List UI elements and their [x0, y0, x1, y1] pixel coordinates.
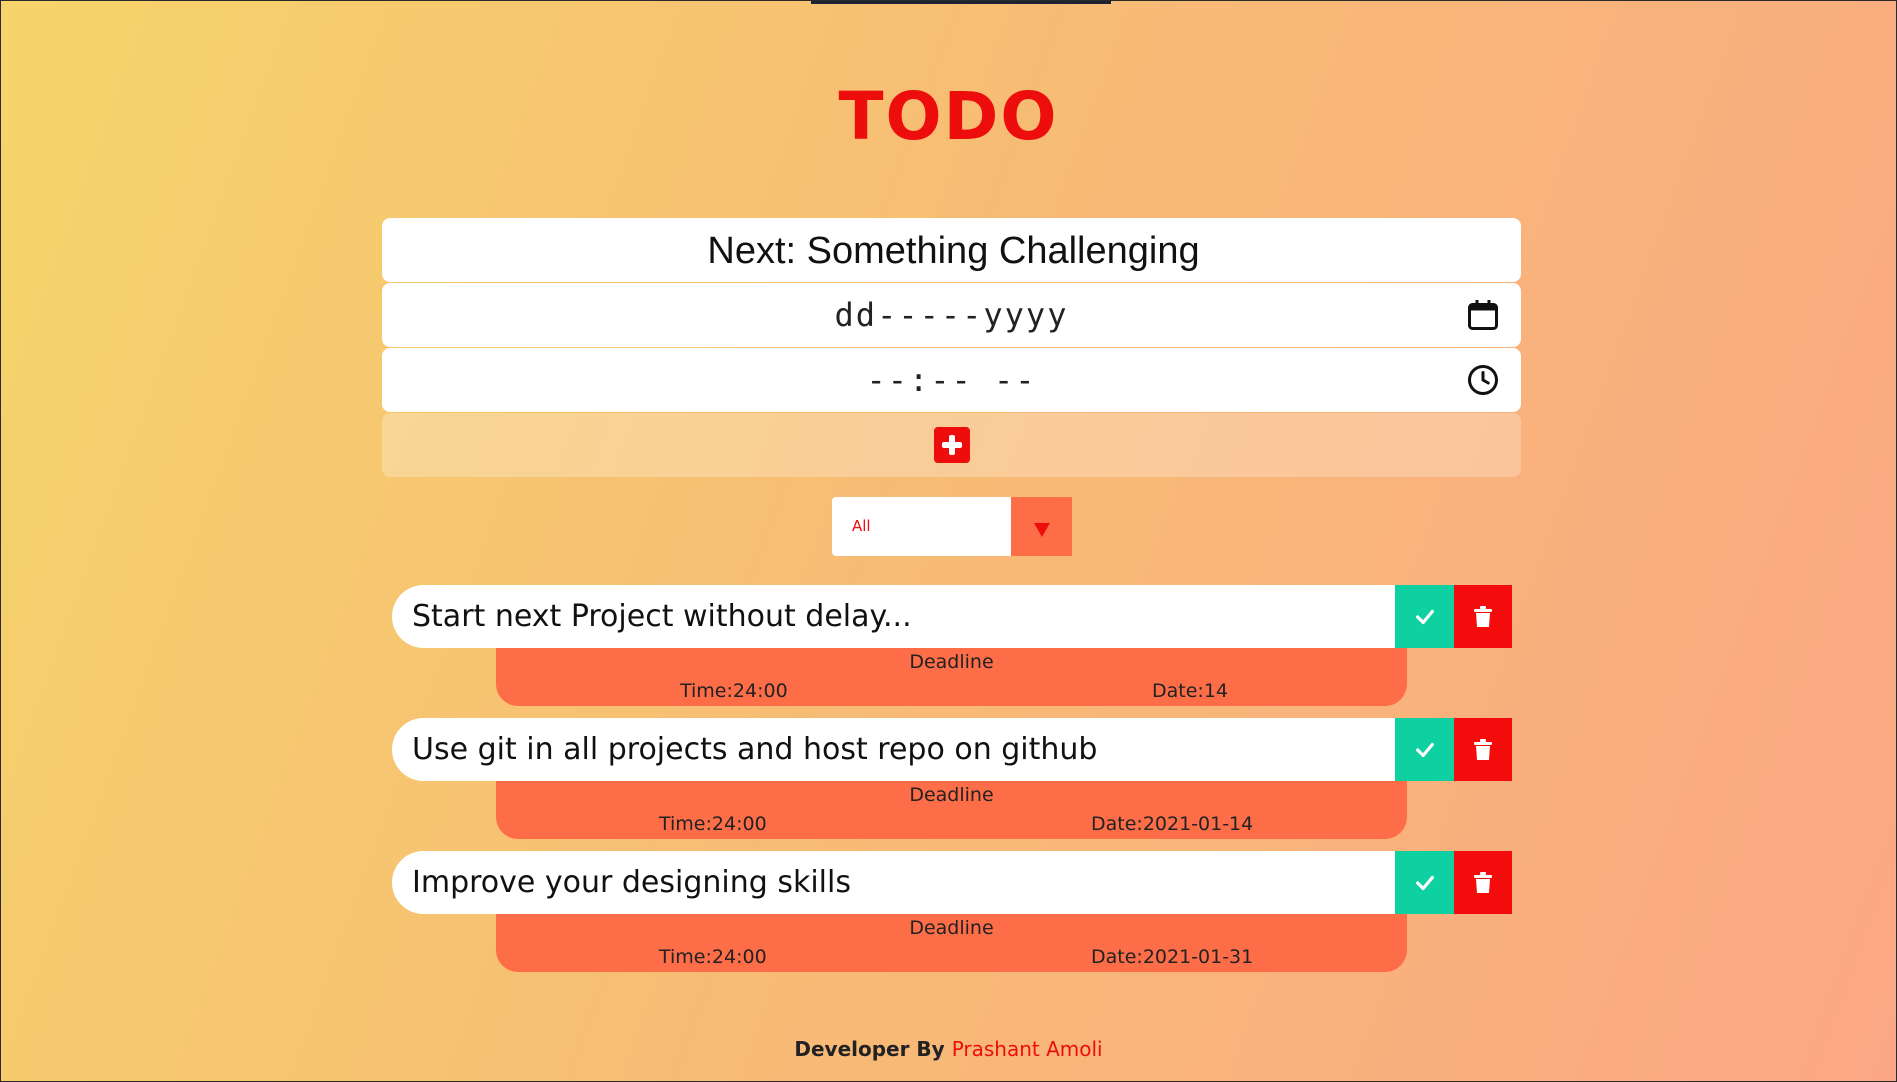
deadline-label: Deadline [909, 651, 994, 673]
filter-dropdown-button[interactable] [1011, 497, 1072, 556]
time-input[interactable]: --:-- -- [382, 348, 1521, 412]
todo-text: Improve your designing skills [392, 851, 1395, 914]
triangle-down-icon [1033, 522, 1050, 537]
task-input[interactable] [382, 218, 1525, 284]
delete-button[interactable] [1454, 851, 1512, 914]
author-link[interactable]: Prashant Amoli [952, 1037, 1103, 1061]
deadline-label: Deadline [909, 917, 994, 939]
todo-text: Use git in all projects and host repo on… [392, 718, 1395, 781]
todo-text: Start next Project without delay... [392, 585, 1395, 648]
date-input[interactable]: dd-----yyyy [382, 283, 1521, 347]
footer-prefix: Developer By [794, 1037, 945, 1061]
check-icon [1415, 875, 1434, 890]
top-edge-bar [811, 1, 1111, 4]
app-title: TODO [838, 78, 1059, 155]
add-row [382, 413, 1521, 477]
todo-bar: Use git in all projects and host repo on… [392, 718, 1512, 781]
todo-bar: Improve your designing skills [392, 851, 1512, 914]
deadline-panel: Deadline Time:24:00 Date:14 [496, 648, 1407, 706]
time-field[interactable]: --:-- -- [382, 348, 1521, 412]
date-field[interactable]: dd-----yyyy [382, 283, 1521, 347]
todo-list: Start next Project without delay... Dead… [392, 585, 1512, 984]
deadline-time: Time:24:00 [659, 946, 767, 968]
deadline-date: Date:14 [1152, 680, 1228, 702]
check-icon [1415, 742, 1434, 757]
filter-select[interactable]: All [832, 497, 1072, 556]
trash-icon [1474, 871, 1492, 893]
delete-button[interactable] [1454, 585, 1512, 648]
deadline-date: Date:2021-01-31 [1091, 946, 1254, 968]
deadline-panel: Deadline Time:24:00 Date:2021-01-14 [496, 781, 1407, 839]
deadline-date: Date:2021-01-14 [1091, 813, 1254, 835]
deadline-label: Deadline [909, 784, 994, 806]
calendar-icon[interactable] [1465, 297, 1501, 333]
deadline-panel: Deadline Time:24:00 Date:2021-01-31 [496, 914, 1407, 972]
trash-icon [1474, 738, 1492, 760]
todo-form: dd-----yyyy --:-- -- [382, 218, 1525, 477]
add-todo-button[interactable] [933, 427, 970, 463]
footer: Developer By Prashant Amoli [1, 1037, 1896, 1061]
delete-button[interactable] [1454, 718, 1512, 781]
check-icon [1415, 609, 1434, 624]
trash-icon [1474, 605, 1492, 627]
filter-selected-value[interactable]: All [832, 497, 1011, 556]
todo-item: Start next Project without delay... Dead… [392, 585, 1512, 718]
deadline-time: Time:24:00 [680, 680, 788, 702]
todo-item: Improve your designing skills Deadline T… [392, 851, 1512, 984]
clock-icon[interactable] [1465, 362, 1501, 398]
task-field [382, 218, 1525, 284]
todo-bar: Start next Project without delay... [392, 585, 1512, 648]
complete-button[interactable] [1395, 718, 1454, 781]
todo-item: Use git in all projects and host repo on… [392, 718, 1512, 851]
complete-button[interactable] [1395, 851, 1454, 914]
deadline-time: Time:24:00 [659, 813, 767, 835]
complete-button[interactable] [1395, 585, 1454, 648]
